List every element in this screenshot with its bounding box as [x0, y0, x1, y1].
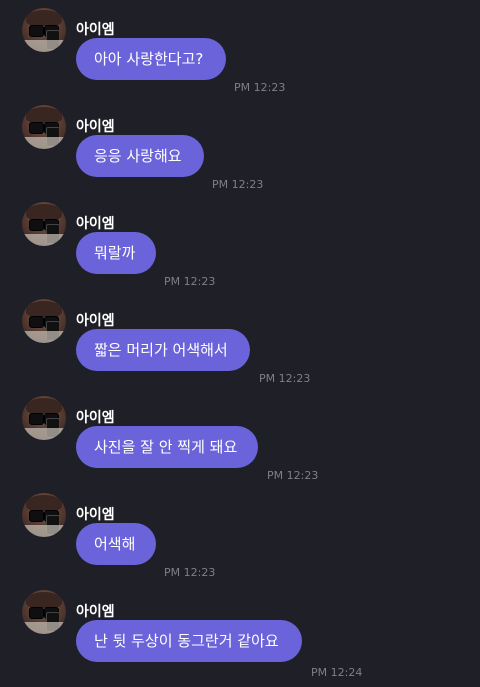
message-timestamp: PM 12:23 — [259, 372, 311, 385]
message-bubble[interactable]: 어색해 — [76, 523, 156, 565]
avatar-shirt — [22, 40, 66, 52]
message-timestamp: PM 12:24 — [311, 666, 363, 679]
sender-name[interactable]: 아이엠 — [76, 506, 115, 524]
avatar[interactable] — [22, 396, 66, 440]
chat-message-list[interactable]: 아이엠 아아 사랑한다고? PM 12:23 아이엠 응응 사랑해요 PM 12… — [0, 0, 480, 685]
avatar-shirt — [22, 234, 66, 246]
lens-left — [29, 316, 44, 328]
message-bubble[interactable]: 짧은 머리가 어색해서 — [76, 329, 250, 371]
message-bubble[interactable]: 아아 사랑한다고? — [76, 38, 226, 80]
avatar-hair — [26, 204, 62, 220]
avatar-shirt — [22, 525, 66, 537]
avatar-shirt — [22, 331, 66, 343]
message-timestamp: PM 12:23 — [164, 275, 216, 288]
avatar-shirt — [22, 137, 66, 149]
sender-name[interactable]: 아이엠 — [76, 215, 115, 233]
avatar[interactable] — [22, 590, 66, 634]
message-group: 아이엠 난 뒷 두상이 동그란거 같아요 PM 12:24 — [0, 590, 480, 687]
sender-name[interactable]: 아이엠 — [76, 409, 115, 427]
avatar-shirt — [22, 622, 66, 634]
avatar-shirt — [22, 428, 66, 440]
message-group: 아이엠 어색해 PM 12:23 — [0, 493, 480, 590]
avatar[interactable] — [22, 8, 66, 52]
message-timestamp: PM 12:23 — [267, 469, 319, 482]
avatar-hair — [26, 592, 62, 608]
avatar-hair — [26, 107, 62, 123]
message-timestamp: PM 12:23 — [234, 81, 286, 94]
lens-left — [29, 122, 44, 134]
avatar-hair — [26, 495, 62, 511]
lens-left — [29, 219, 44, 231]
avatar-hair — [26, 10, 62, 26]
message-bubble[interactable]: 난 뒷 두상이 동그란거 같아요 — [76, 620, 302, 662]
message-timestamp: PM 12:23 — [164, 566, 216, 579]
message-group: 아이엠 짧은 머리가 어색해서 PM 12:23 — [0, 299, 480, 396]
message-bubble[interactable]: 뭐랄까 — [76, 232, 156, 274]
message-timestamp: PM 12:23 — [212, 178, 264, 191]
sender-name[interactable]: 아이엠 — [76, 603, 115, 621]
message-group: 아이엠 응응 사랑해요 PM 12:23 — [0, 105, 480, 202]
avatar[interactable] — [22, 202, 66, 246]
avatar[interactable] — [22, 105, 66, 149]
avatar-hair — [26, 301, 62, 317]
message-group: 아이엠 아아 사랑한다고? PM 12:23 — [0, 8, 480, 105]
sender-name[interactable]: 아이엠 — [76, 312, 115, 330]
avatar[interactable] — [22, 299, 66, 343]
message-group: 아이엠 사진을 잘 안 찍게 돼요 PM 12:23 — [0, 396, 480, 493]
sender-name[interactable]: 아이엠 — [76, 118, 115, 136]
lens-left — [29, 510, 44, 522]
sender-name[interactable]: 아이엠 — [76, 21, 115, 39]
message-bubble[interactable]: 사진을 잘 안 찍게 돼요 — [76, 426, 258, 468]
avatar-hair — [26, 398, 62, 414]
lens-left — [29, 25, 44, 37]
lens-left — [29, 607, 44, 619]
message-group: 아이엠 뭐랄까 PM 12:23 — [0, 202, 480, 299]
avatar[interactable] — [22, 493, 66, 537]
lens-left — [29, 413, 44, 425]
message-bubble[interactable]: 응응 사랑해요 — [76, 135, 204, 177]
